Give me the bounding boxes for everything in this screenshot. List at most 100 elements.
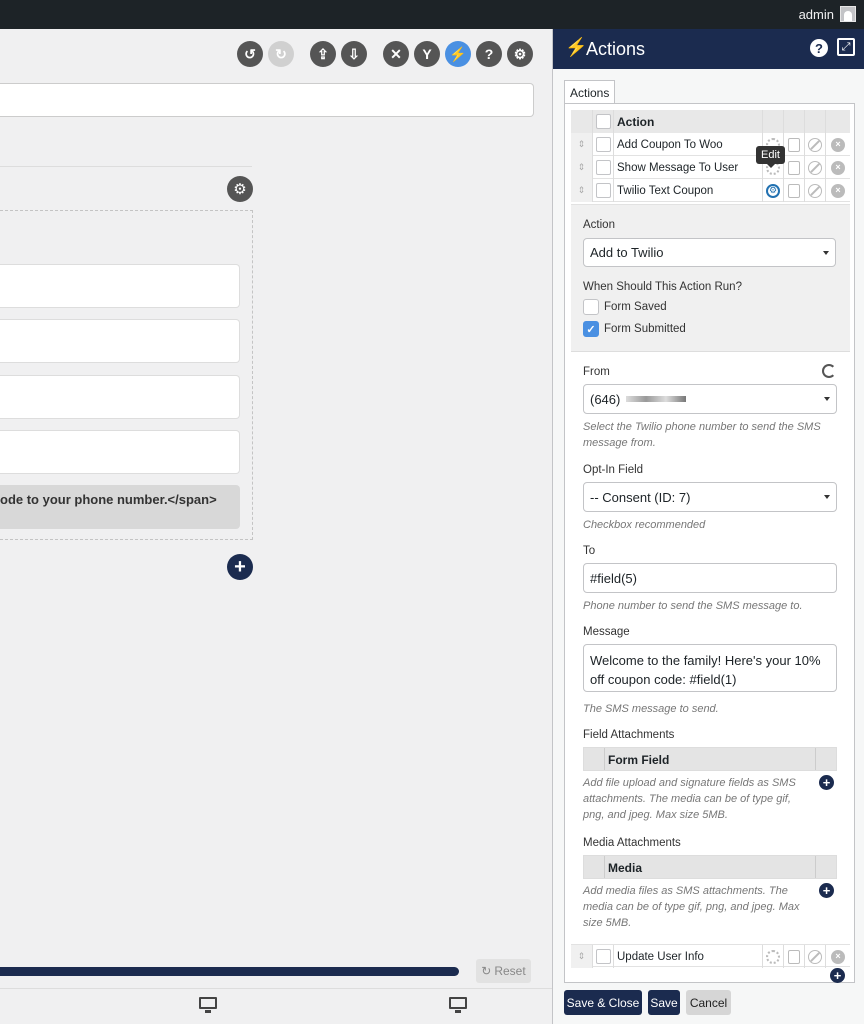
from-hint: Select the Twilio phone number to send t… bbox=[583, 421, 821, 449]
action-name[interactable]: Add Coupon To Woo bbox=[614, 133, 763, 156]
select-all-checkbox[interactable] bbox=[595, 114, 611, 129]
desktop-preview-icon-2[interactable] bbox=[449, 997, 467, 1013]
disable-icon[interactable] bbox=[808, 183, 822, 198]
reset-button[interactable]: ↻ Reset bbox=[476, 959, 531, 983]
optin-select[interactable]: -- Consent (ID: 7) bbox=[583, 482, 837, 512]
delete-icon[interactable]: × bbox=[831, 949, 845, 964]
row-checkbox[interactable] bbox=[595, 160, 611, 175]
field-attachments-table: Form Field bbox=[583, 747, 837, 771]
hint-line: png, and jpeg. Max size 5MB. bbox=[583, 809, 728, 821]
username: admin bbox=[798, 6, 834, 22]
optin-value: -- Consent (ID: 7) bbox=[590, 489, 691, 505]
user-menu[interactable]: admin bbox=[799, 6, 856, 22]
export-icon[interactable]: ⇪ bbox=[310, 41, 336, 67]
form-field-1[interactable] bbox=[0, 264, 240, 308]
from-select[interactable]: (646) bbox=[583, 384, 837, 414]
hint-line: media can be of type gif, png, and jpeg.… bbox=[583, 901, 800, 913]
add-field-attachment-button[interactable]: + bbox=[819, 775, 834, 790]
undo-icon[interactable]: ↺ bbox=[237, 41, 263, 67]
form-submitted-checkbox[interactable]: ✓ bbox=[583, 321, 599, 337]
form-field-2[interactable] bbox=[0, 319, 240, 363]
optin-label: Opt-In Field bbox=[583, 464, 644, 476]
message-line-2: off coupon code: #field(1) bbox=[590, 672, 737, 687]
help-icon[interactable]: ? bbox=[476, 41, 502, 67]
media-attachments-hint: Add media files as SMS attachments. The … bbox=[583, 883, 823, 931]
action-name[interactable]: Show Message To User bbox=[614, 156, 763, 179]
actions-panel: ⚡ Actions ? ⤢ Actions Action ⇕ Add Coupo… bbox=[552, 29, 864, 1024]
form-field-4[interactable] bbox=[0, 430, 240, 474]
save-button[interactable]: Save bbox=[648, 990, 680, 1015]
chevron-down-icon bbox=[824, 397, 830, 404]
drag-handle-icon[interactable]: ⇕ bbox=[571, 179, 593, 202]
form-title-input[interactable] bbox=[0, 83, 534, 117]
progress-bar bbox=[0, 967, 459, 976]
to-input[interactable]: #field(5) bbox=[583, 563, 837, 593]
hint-line: Add file upload and signature fields as … bbox=[583, 777, 796, 789]
disable-icon[interactable] bbox=[808, 949, 822, 964]
delete-icon[interactable]: × bbox=[831, 183, 845, 198]
media-attachments-label: Media Attachments bbox=[583, 837, 681, 849]
table-row: ⇕ Add Coupon To Woo × bbox=[571, 133, 850, 156]
drag-handle-icon[interactable]: ⇕ bbox=[571, 156, 593, 179]
save-close-button[interactable]: Save & Close bbox=[564, 990, 642, 1015]
action-settings: Action Add to Twilio When Should This Ac… bbox=[571, 204, 850, 352]
from-value: (646) bbox=[590, 391, 621, 407]
form-field-3[interactable] bbox=[0, 375, 240, 419]
row-checkbox[interactable] bbox=[595, 183, 611, 198]
help-icon[interactable]: ? bbox=[810, 39, 828, 57]
form-saved-checkbox[interactable] bbox=[583, 299, 599, 315]
panel-title: Actions bbox=[586, 39, 646, 59]
message-line-1: Welcome to the family! Here's your 10% bbox=[590, 653, 821, 668]
form-submitted-label: Form Submitted bbox=[604, 323, 686, 335]
cancel-button[interactable]: Cancel bbox=[686, 990, 731, 1015]
delete-icon[interactable]: × bbox=[831, 137, 845, 152]
edit-gear-icon[interactable]: ⚙ bbox=[766, 183, 780, 198]
fork-icon[interactable]: Y bbox=[414, 41, 440, 67]
refresh-icon[interactable] bbox=[822, 364, 836, 378]
redo-icon[interactable]: ↻ bbox=[268, 41, 294, 67]
settings-gear-icon[interactable]: ⚙ bbox=[507, 41, 533, 67]
reset-label: Reset bbox=[494, 964, 526, 978]
optin-hint: Checkbox recommended bbox=[583, 519, 706, 531]
tools-icon[interactable]: ✕ bbox=[383, 41, 409, 67]
action-type-label: Action bbox=[583, 219, 615, 231]
row-checkbox[interactable] bbox=[595, 137, 611, 152]
drag-handle-icon[interactable]: ⇕ bbox=[571, 133, 593, 156]
html-field[interactable]: ode to your phone number.</span> bbox=[0, 485, 240, 529]
action-name[interactable]: Update User Info bbox=[614, 945, 763, 968]
action-name[interactable]: Twilio Text Coupon bbox=[614, 179, 763, 202]
form-field-header: Form Field bbox=[608, 753, 670, 767]
action-type-select[interactable]: Add to Twilio bbox=[583, 238, 836, 267]
hint-line: Add media files as SMS attachments. The bbox=[583, 885, 788, 897]
duplicate-icon[interactable] bbox=[788, 183, 800, 198]
device-preview-bar bbox=[0, 988, 552, 1024]
desktop-preview-icon[interactable] bbox=[199, 997, 217, 1013]
to-hint: Phone number to send the SMS message to. bbox=[583, 600, 803, 612]
import-icon[interactable]: ⇩ bbox=[341, 41, 367, 67]
section-gear-icon[interactable]: ⚙ bbox=[227, 176, 253, 202]
panel-header: ⚡ Actions ? ⤢ bbox=[553, 29, 864, 69]
add-media-attachment-button[interactable]: + bbox=[819, 883, 834, 898]
actions-bolt-icon[interactable]: ⚡ bbox=[445, 41, 471, 67]
edit-gear-icon[interactable] bbox=[766, 949, 780, 964]
drag-handle-icon[interactable]: ⇕ bbox=[571, 945, 593, 968]
disable-icon[interactable] bbox=[808, 137, 822, 152]
to-label: To bbox=[583, 545, 596, 557]
divider bbox=[0, 166, 252, 167]
delete-icon[interactable]: × bbox=[831, 160, 845, 175]
message-textarea[interactable]: Welcome to the family! Here's your 10% o… bbox=[583, 644, 837, 692]
disable-icon[interactable] bbox=[808, 160, 822, 175]
add-action-button[interactable]: + bbox=[830, 968, 845, 983]
expand-icon[interactable]: ⤢ bbox=[837, 38, 855, 56]
field-attachments-label: Field Attachments bbox=[583, 729, 675, 741]
avatar bbox=[840, 6, 856, 22]
message-hint: The SMS message to send. bbox=[583, 703, 719, 715]
row-checkbox[interactable] bbox=[595, 949, 611, 964]
add-field-button[interactable]: + bbox=[227, 554, 253, 580]
hint-line: attachments. The media can be of type gi… bbox=[583, 793, 791, 805]
when-label: When Should This Action Run? bbox=[583, 281, 742, 293]
tab-actions[interactable]: Actions bbox=[564, 80, 615, 104]
duplicate-icon[interactable] bbox=[788, 137, 800, 152]
duplicate-icon[interactable] bbox=[788, 160, 800, 175]
duplicate-icon[interactable] bbox=[788, 949, 800, 964]
